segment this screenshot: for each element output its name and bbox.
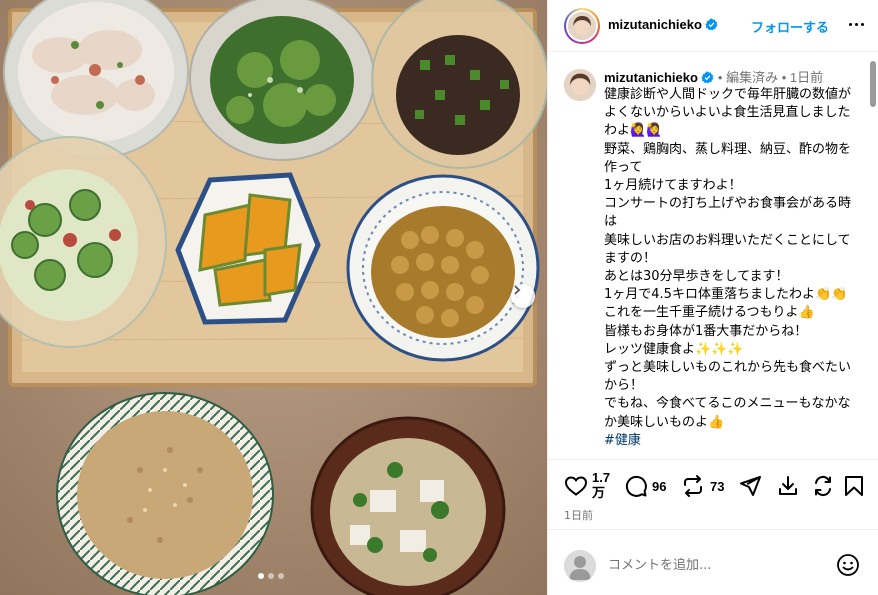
paper-plane-icon[interactable] bbox=[738, 474, 762, 498]
post-photo[interactable] bbox=[0, 0, 547, 595]
current-user-avatar bbox=[564, 550, 596, 582]
carousel-indicator bbox=[258, 573, 284, 579]
repost-icon[interactable] bbox=[681, 474, 705, 498]
download-icon[interactable] bbox=[776, 474, 800, 498]
caption-text: 健康診断や人間ドックで毎年肝臓の数値がよくないからいよいよ食生活見直しましたわよ… bbox=[604, 87, 852, 430]
carousel-dot bbox=[278, 573, 284, 579]
post-header: mizutanichieko フォローする bbox=[548, 0, 878, 52]
comment-input[interactable] bbox=[608, 552, 828, 578]
add-comment-area bbox=[548, 529, 878, 595]
avatar[interactable] bbox=[566, 10, 598, 42]
follow-button[interactable]: フォローする bbox=[751, 17, 829, 36]
caption-username[interactable]: mizutanichieko bbox=[604, 70, 698, 85]
food-photo-illustration bbox=[0, 0, 547, 595]
comment-count[interactable]: 96 bbox=[652, 479, 666, 494]
like-count[interactable]: 1.7 万 bbox=[592, 470, 610, 500]
carousel-dot-active bbox=[258, 573, 264, 579]
post-side-panel: mizutanichieko フォローする mizutanichieko • 編集… bbox=[547, 0, 878, 595]
action-bar: 1.7 万 96 73 1日前 bbox=[548, 459, 878, 529]
heart-icon[interactable] bbox=[564, 474, 588, 498]
verified-badge-icon bbox=[705, 18, 718, 31]
post-date[interactable]: 1日前 bbox=[564, 507, 593, 523]
scrollbar-thumb[interactable] bbox=[870, 61, 876, 107]
bookmark-icon[interactable] bbox=[842, 474, 866, 498]
chevron-right-icon bbox=[514, 285, 521, 295]
caption-area: mizutanichieko • 編集済み • 1日前 健康診断や人間ドックで毎年… bbox=[548, 53, 878, 458]
story-ring[interactable] bbox=[564, 8, 600, 44]
carousel-next-button[interactable] bbox=[511, 284, 535, 308]
more-options-icon[interactable] bbox=[846, 12, 866, 36]
remix-icon[interactable] bbox=[811, 474, 835, 498]
repost-count[interactable]: 73 bbox=[710, 479, 724, 494]
hashtag-link[interactable]: #健康 bbox=[604, 433, 641, 448]
caption-avatar[interactable] bbox=[564, 69, 596, 101]
carousel-dot bbox=[268, 573, 274, 579]
caption-body: 健康診断や人間ドックで毎年肝臓の数値がよくないからいよいよ食生活見直しましたわよ… bbox=[604, 86, 862, 450]
comment-bubble-icon[interactable] bbox=[624, 474, 648, 498]
emoji-smile-icon[interactable] bbox=[836, 553, 860, 577]
caption-meta: • 編集済み • 1日前 bbox=[717, 70, 824, 85]
verified-badge-icon bbox=[701, 71, 714, 84]
username-link[interactable]: mizutanichieko bbox=[608, 17, 718, 32]
username-text[interactable]: mizutanichieko bbox=[608, 17, 702, 32]
caption-header: mizutanichieko • 編集済み • 1日前 bbox=[604, 67, 823, 86]
